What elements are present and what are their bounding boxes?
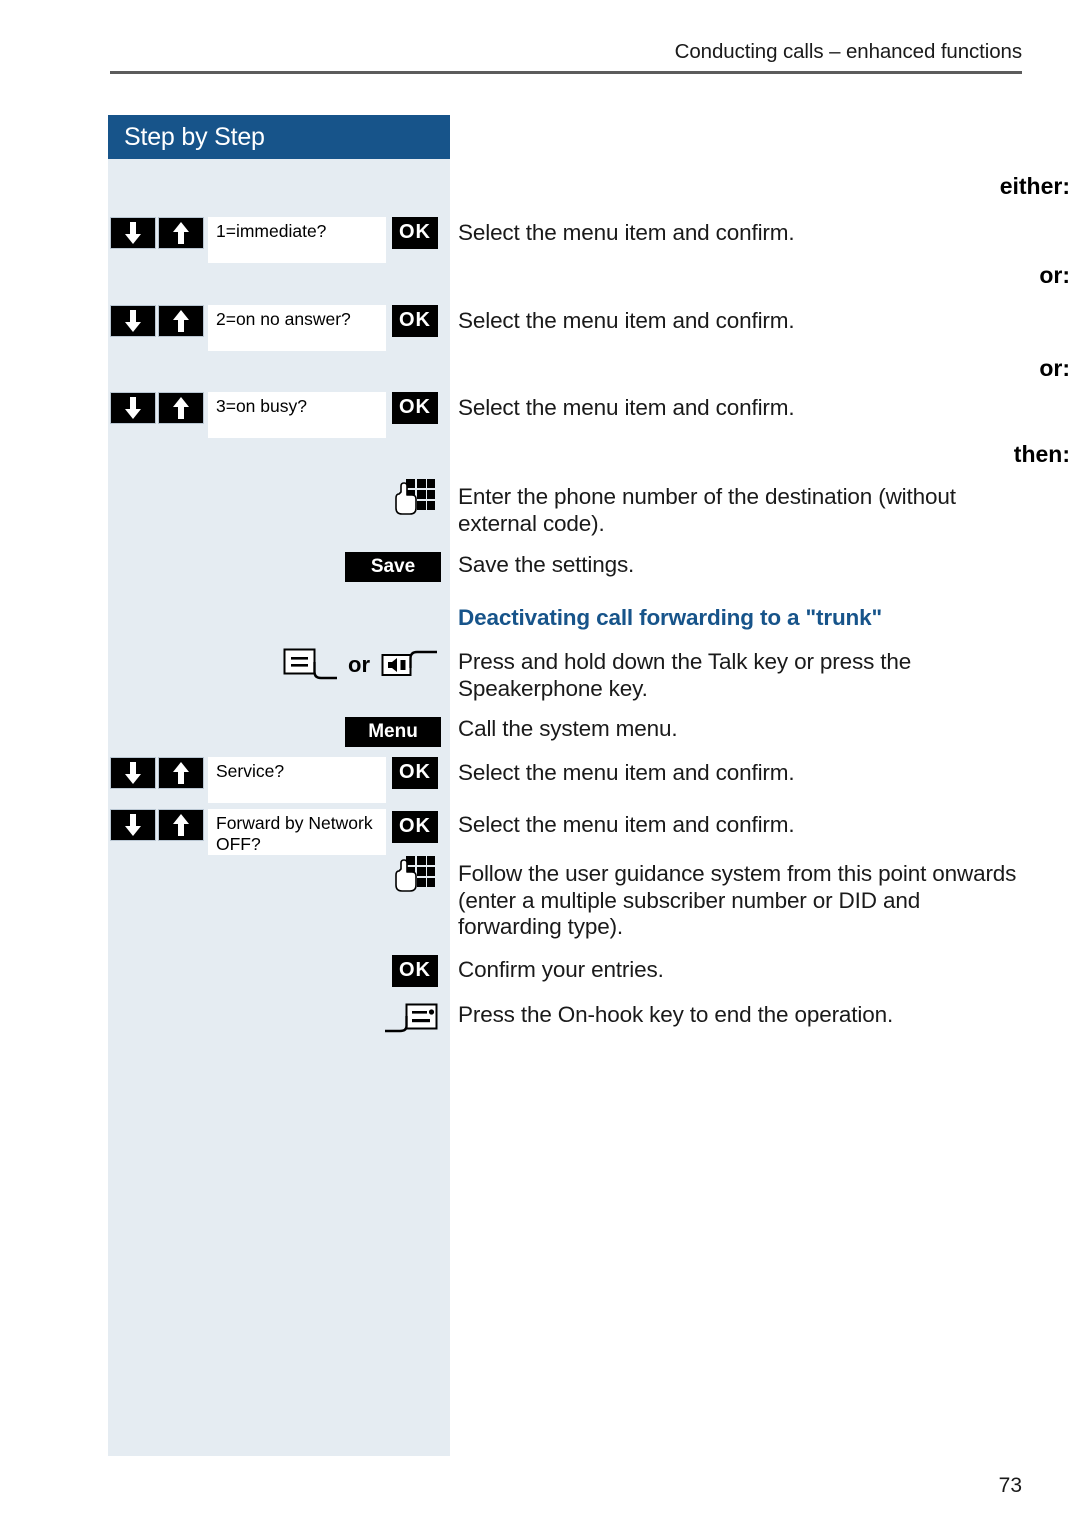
- arrow-down-icon: [125, 814, 141, 836]
- arrow-up-icon: [173, 310, 189, 332]
- ok-key-6[interactable]: OK: [392, 955, 438, 987]
- save-key[interactable]: Save: [345, 552, 441, 582]
- display-forward-by-network: Forward by Network OFF?: [208, 809, 386, 855]
- nav-down-key-3[interactable]: [110, 392, 156, 424]
- instruction-step-1: Select the menu item and confirm.: [458, 220, 795, 245]
- arrow-down-icon: [125, 222, 141, 244]
- display-text: 1=immediate?: [216, 221, 327, 241]
- instruction-forward-by-network: Select the menu item and confirm.: [458, 812, 795, 837]
- connector-then: then:: [1013, 441, 1070, 467]
- ok-key-1[interactable]: OK: [392, 217, 438, 249]
- connector-either: either:: [999, 173, 1070, 199]
- ok-key-2[interactable]: OK: [392, 305, 438, 337]
- nav-up-key-5[interactable]: [158, 809, 204, 841]
- display-text: Forward by Network OFF?: [216, 813, 373, 854]
- keypad-key-1[interactable]: [394, 478, 436, 525]
- talk-key[interactable]: [283, 648, 339, 687]
- instruction-talk-or-speaker: Press and hold down the Talk key or pres…: [458, 649, 912, 701]
- header-rule: [110, 71, 1022, 74]
- instruction-confirm-entries: Confirm your entries.: [458, 957, 664, 982]
- speakerphone-key[interactable]: [381, 648, 439, 687]
- arrow-up-icon: [173, 397, 189, 419]
- page-number: 73: [998, 1474, 1022, 1497]
- instruction-step-5: Save the settings.: [458, 552, 635, 577]
- speakerphone-icon: [381, 650, 437, 676]
- arrow-up-icon: [173, 222, 189, 244]
- instruction-on-hook: Press the On-hook key to end the operati…: [458, 1002, 894, 1027]
- display-step-3: 3=on busy?: [208, 392, 386, 438]
- ok-key-3[interactable]: OK: [392, 392, 438, 424]
- on-hook-key[interactable]: [384, 1002, 438, 1039]
- display-text: Service?: [216, 761, 285, 781]
- nav-down-key-2[interactable]: [110, 305, 156, 337]
- display-text: 2=on no answer?: [216, 309, 351, 329]
- nav-down-key-1[interactable]: [110, 217, 156, 249]
- connector-or-1: or:: [1039, 262, 1070, 288]
- running-head: Conducting calls – enhanced functions: [674, 40, 1022, 63]
- or-label: or: [348, 652, 370, 677]
- arrow-down-icon: [125, 310, 141, 332]
- arrow-down-icon: [125, 762, 141, 784]
- display-step-2: 2=on no answer?: [208, 305, 386, 351]
- section-heading: Deactivating call forwarding to a "trunk…: [458, 605, 883, 630]
- instruction-call-system-menu: Call the system menu.: [458, 716, 678, 741]
- display-step-1: 1=immediate?: [208, 217, 386, 263]
- nav-up-key-1[interactable]: [158, 217, 204, 249]
- sidebar-title: Step by Step: [108, 115, 450, 159]
- instruction-follow-guidance: Follow the user guidance system from thi…: [458, 861, 1017, 939]
- instruction-service: Select the menu item and confirm.: [458, 760, 795, 785]
- keypad-key-2[interactable]: [394, 855, 436, 902]
- nav-up-key-2[interactable]: [158, 305, 204, 337]
- arrow-down-icon: [125, 397, 141, 419]
- ok-key-5[interactable]: OK: [392, 811, 438, 843]
- talk-key-icon: [283, 648, 337, 680]
- display-text: 3=on busy?: [216, 396, 307, 416]
- instruction-step-2: Select the menu item and confirm.: [458, 308, 795, 333]
- nav-up-key-3[interactable]: [158, 392, 204, 424]
- keypad-icon: [395, 479, 435, 515]
- instruction-step-3: Select the menu item and confirm.: [458, 395, 795, 420]
- display-service: Service?: [208, 757, 386, 803]
- arrow-up-icon: [173, 762, 189, 784]
- instruction-step-4: Enter the phone number of the destinatio…: [458, 484, 956, 536]
- nav-down-key-5[interactable]: [110, 809, 156, 841]
- nav-up-key-4[interactable]: [158, 757, 204, 789]
- on-hook-key-icon: [385, 1003, 438, 1033]
- menu-key[interactable]: Menu: [345, 717, 441, 747]
- arrow-up-icon: [173, 814, 189, 836]
- ok-key-4[interactable]: OK: [392, 757, 438, 789]
- connector-or-2: or:: [1039, 355, 1070, 381]
- keypad-icon: [395, 856, 435, 892]
- nav-down-key-4[interactable]: [110, 757, 156, 789]
